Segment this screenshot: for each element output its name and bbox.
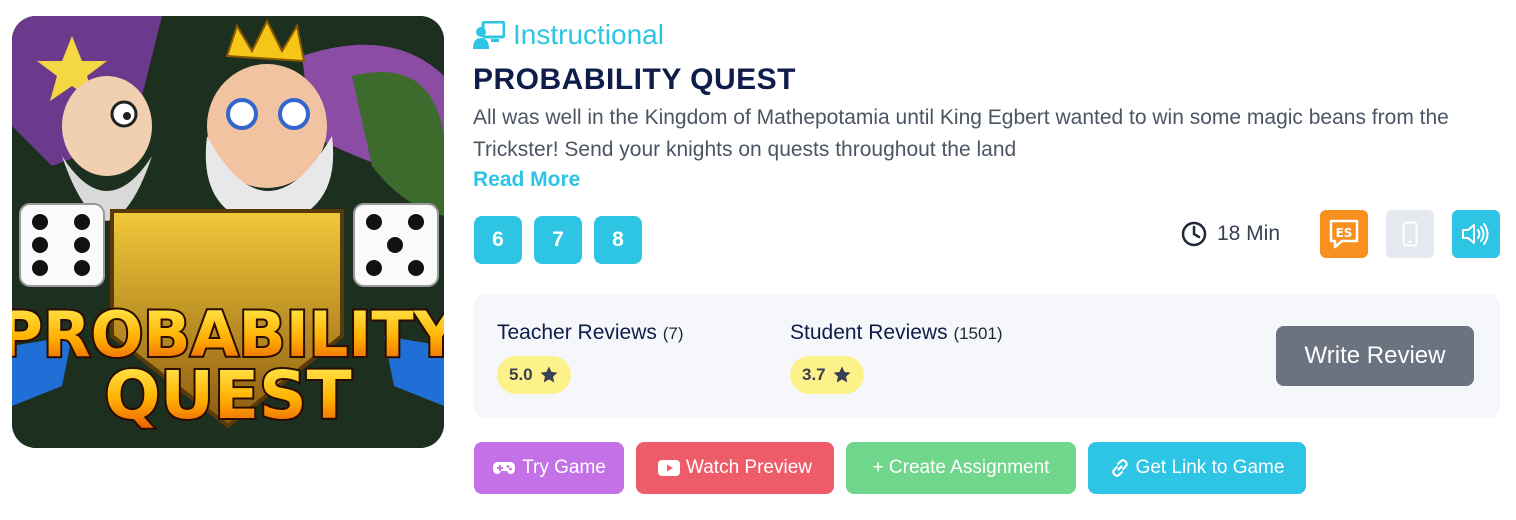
mobile-icon (1402, 221, 1418, 247)
watch-preview-label: Watch Preview (686, 457, 812, 478)
star-icon (833, 366, 851, 383)
grade-badge-6[interactable]: 6 (474, 216, 522, 264)
get-link-label: Get Link to Game (1135, 457, 1285, 478)
student-rating-badge[interactable]: 3.7 (790, 356, 864, 394)
student-reviews-label: Student Reviews (790, 321, 948, 344)
teacher-reviews: Teacher Reviews (7) 5.0 (497, 320, 684, 394)
youtube-play-icon (658, 460, 680, 476)
star-icon (540, 366, 558, 383)
game-cover-image[interactable]: PROBABILITY QUEST (12, 16, 444, 448)
spanish-es-icon: ES (1329, 219, 1359, 249)
audio-support-badge[interactable] (1452, 210, 1500, 258)
student-reviews: Student Reviews (1501) 3.7 (790, 320, 1003, 394)
try-game-label: Try Game (522, 457, 606, 478)
read-more-link[interactable]: Read More (473, 165, 580, 195)
create-assignment-button[interactable]: + Create Assignment (846, 442, 1076, 494)
get-link-button[interactable]: Get Link to Game (1088, 442, 1306, 494)
reviews-panel: Teacher Reviews (7) 5.0 Student Reviews … (474, 294, 1500, 418)
game-meta: 18 Min ES (1181, 210, 1500, 258)
cover-logo-line2: QUEST (104, 357, 351, 434)
gamepad-icon (493, 462, 516, 474)
teacher-reviews-count: (7) (662, 324, 684, 343)
teacher-reviews-label: Teacher Reviews (497, 321, 657, 344)
clock-icon (1181, 221, 1207, 247)
audio-icon (1462, 223, 1489, 245)
duration-text: 18 Min (1216, 222, 1280, 245)
grade-badge-8[interactable]: 8 (594, 216, 642, 264)
spanish-language-badge[interactable]: ES (1320, 210, 1368, 258)
grade-badge-7[interactable]: 7 (534, 216, 582, 264)
game-title: PROBABILITY QUEST (473, 63, 796, 96)
create-assignment-label: + Create Assignment (872, 457, 1050, 478)
svg-text:ES: ES (1336, 226, 1353, 240)
instructional-icon (473, 21, 505, 49)
student-rating-value: 3.7 (802, 365, 826, 384)
game-details: Instructional PROBABILITY QUEST All was … (473, 0, 1501, 520)
try-game-button[interactable]: Try Game (474, 442, 624, 494)
category-label: Instructional (473, 18, 664, 52)
teacher-rating-value: 5.0 (509, 365, 533, 384)
action-buttons: Try Game Watch Preview + Create Assignme… (474, 442, 1306, 494)
mobile-support-badge[interactable] (1386, 210, 1434, 258)
write-review-button[interactable]: Write Review (1276, 326, 1474, 386)
game-description: All was well in the Kingdom of Mathepota… (473, 106, 1449, 161)
teacher-rating-badge[interactable]: 5.0 (497, 356, 571, 394)
duration: 18 Min (1181, 221, 1280, 247)
student-reviews-count: (1501) (953, 324, 1003, 343)
category-text: Instructional (513, 19, 664, 50)
grade-levels: 6 7 8 (474, 216, 642, 264)
link-icon (1111, 459, 1128, 477)
watch-preview-button[interactable]: Watch Preview (636, 442, 834, 494)
